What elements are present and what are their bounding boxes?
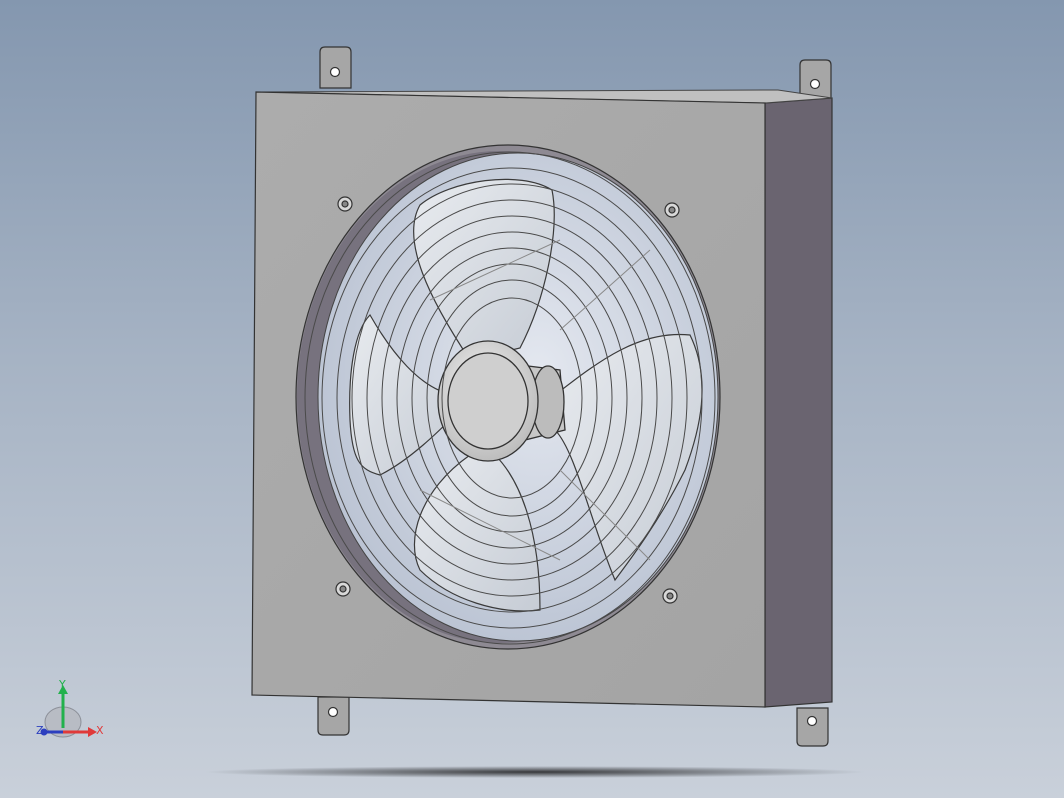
triad-graphic <box>40 685 97 738</box>
cad-viewport[interactable]: Y X Z <box>0 0 1064 798</box>
triad-y-label: Y <box>59 678 66 691</box>
mounting-tab-bottom-right <box>796 707 829 747</box>
triad-z-label: Z <box>36 724 44 737</box>
housing-side <box>764 97 833 708</box>
fan-model[interactable] <box>0 0 1064 798</box>
floor-shadow <box>205 766 865 778</box>
orientation-triad[interactable]: Y X Z <box>30 672 120 752</box>
triad-x-label: X <box>96 724 104 737</box>
